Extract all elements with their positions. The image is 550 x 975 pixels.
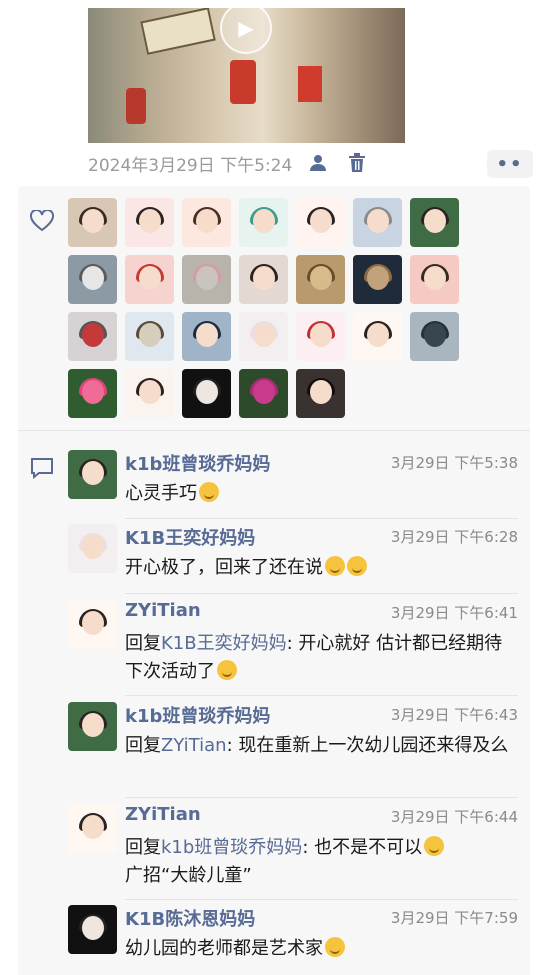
comment-item[interactable]: ZYiTian 3月29日 下午6:44 回复k1b班曾琰乔妈妈: 也不是不可以…	[68, 804, 518, 894]
comment-item[interactable]: K1B王奕好妈妈 3月29日 下午6:28 开心极了，回来了还在说	[68, 524, 518, 588]
liker-avatar[interactable]	[182, 255, 231, 304]
liker-avatar[interactable]	[239, 255, 288, 304]
reply-target-link[interactable]: ZYiTian	[161, 735, 227, 756]
comment-text: 开心极了，回来了还在说	[125, 554, 518, 582]
reply-target-link[interactable]: k1b班曾琰乔妈妈	[161, 837, 302, 858]
comment-text: 回复ZYiTian: 现在重新上一次幼儿园还来得及么	[125, 735, 509, 756]
liker-avatar[interactable]	[182, 198, 231, 247]
comment-item[interactable]: K1B陈沐恩妈妈 3月29日 下午7:59 幼儿园的老师都是艺术家	[68, 905, 518, 969]
comments-panel: k1b班曾琰乔妈妈 3月29日 下午5:38 心灵手巧 K1B王奕好妈妈 3月2…	[18, 431, 530, 975]
liker-avatar[interactable]	[353, 312, 402, 361]
comment-separator	[125, 695, 518, 696]
liker-avatar[interactable]	[125, 312, 174, 361]
liker-avatar[interactable]	[410, 198, 459, 247]
liker-avatar[interactable]	[68, 198, 117, 247]
comment-item[interactable]: k1b班曾琰乔妈妈 3月29日 下午6:43 回复ZYiTian: 现在重新上一…	[68, 702, 518, 792]
post-timestamp: 2024年3月29日 下午5:24	[88, 155, 293, 176]
liker-avatar[interactable]	[410, 312, 459, 361]
commenter-name[interactable]: k1b班曾琰乔妈妈	[125, 450, 270, 476]
liker-avatar[interactable]	[125, 198, 174, 247]
red-lantern	[126, 88, 146, 124]
think-emoji-icon	[424, 836, 445, 856]
comment-separator	[125, 899, 518, 900]
liker-avatar[interactable]	[68, 312, 117, 361]
comment-time: 3月29日 下午5:38	[390, 454, 518, 472]
grin-emoji-icon	[347, 556, 367, 576]
liker-avatar[interactable]	[239, 312, 288, 361]
comment-item[interactable]: ZYiTian 3月29日 下午6:41 回复K1B王奕好妈妈: 开心就好 估计…	[68, 600, 518, 690]
grin-emoji-icon	[325, 556, 345, 576]
comment-time: 3月29日 下午6:43	[390, 706, 518, 724]
visibility-person-icon[interactable]	[308, 152, 330, 174]
likes-panel	[18, 186, 530, 430]
commenter-name[interactable]: K1B陈沐恩妈妈	[125, 905, 255, 931]
more-options-button[interactable]: ••	[487, 150, 533, 178]
red-banner	[298, 66, 322, 102]
heart-icon	[30, 209, 54, 236]
commenter-avatar[interactable]	[68, 804, 117, 853]
comment-separator	[125, 593, 518, 594]
liker-avatar[interactable]	[410, 255, 459, 304]
comment-time: 3月29日 下午6:41	[390, 604, 518, 622]
comment-separator	[125, 797, 518, 798]
commenter-name[interactable]: ZYiTian	[125, 600, 201, 621]
comment-time: 3月29日 下午6:28	[390, 528, 518, 546]
comment-text: 回复k1b班曾琰乔妈妈: 也不是不可以 广招“大龄儿童”	[125, 834, 518, 890]
liker-avatar[interactable]	[68, 369, 117, 418]
comment-separator	[125, 518, 518, 519]
comment-time: 3月29日 下午7:59	[390, 909, 518, 927]
liker-avatar[interactable]	[353, 255, 402, 304]
red-lantern	[230, 60, 256, 104]
liker-avatar[interactable]	[296, 255, 345, 304]
commenter-avatar[interactable]	[68, 600, 117, 649]
liker-avatar[interactable]	[182, 312, 231, 361]
commenter-avatar[interactable]	[68, 450, 117, 499]
liker-avatar[interactable]	[239, 369, 288, 418]
liker-avatar-grid	[68, 198, 468, 418]
comment-item[interactable]: k1b班曾琰乔妈妈 3月29日 下午5:38 心灵手巧	[68, 450, 518, 518]
liker-avatar[interactable]	[182, 369, 231, 418]
liker-avatar[interactable]	[125, 369, 174, 418]
comment-text: 幼儿园的老师都是艺术家	[125, 935, 518, 963]
commenter-avatar[interactable]	[68, 524, 117, 573]
comment-text: 回复K1B王奕好妈妈: 开心就好 估计都已经期待下次活动了	[125, 633, 503, 682]
laugh-emoji-icon	[217, 660, 237, 680]
liker-avatar[interactable]	[353, 198, 402, 247]
comment-bubble-icon	[30, 457, 54, 483]
commenter-name[interactable]: ZYiTian	[125, 804, 201, 825]
comment-time: 3月29日 下午6:44	[390, 808, 518, 826]
commenter-avatar[interactable]	[68, 905, 117, 954]
video-thumbnail[interactable]: ▶	[88, 8, 405, 143]
play-icon[interactable]: ▶	[220, 8, 272, 54]
reply-target-link[interactable]: K1B王奕好妈妈	[161, 633, 287, 654]
666-emoji-icon	[199, 482, 219, 502]
liker-avatar[interactable]	[125, 255, 174, 304]
commenter-name[interactable]: K1B王奕好妈妈	[125, 524, 255, 550]
liker-avatar[interactable]	[296, 198, 345, 247]
shop-sign	[140, 8, 216, 55]
commenter-name[interactable]: k1b班曾琰乔妈妈	[125, 702, 270, 728]
liker-avatar[interactable]	[68, 255, 117, 304]
post-meta: 2024年3月29日 下午5:24 ••	[88, 150, 533, 178]
liker-avatar[interactable]	[296, 369, 345, 418]
comment-text: 心灵手巧	[125, 480, 518, 508]
commenter-avatar[interactable]	[68, 702, 117, 751]
liker-avatar[interactable]	[239, 198, 288, 247]
liker-avatar[interactable]	[296, 312, 345, 361]
delete-trash-icon[interactable]	[346, 152, 368, 174]
cry-laugh-emoji-icon	[325, 937, 345, 957]
